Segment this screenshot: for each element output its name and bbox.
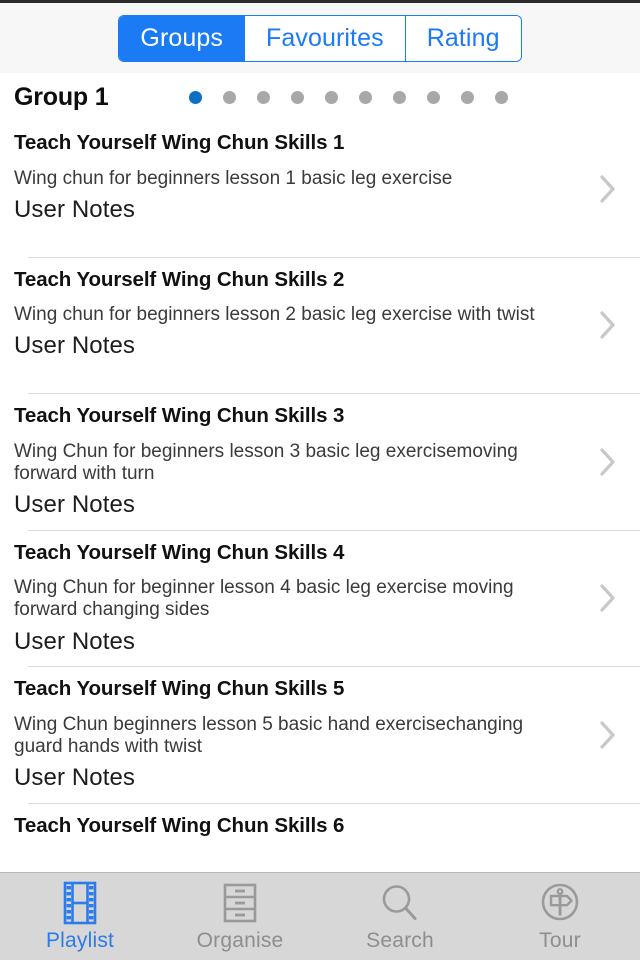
segment-rating[interactable]: Rating	[404, 15, 521, 61]
list-item-user-notes[interactable]: User Notes	[14, 333, 580, 360]
list-item-title: Teach Yourself Wing Chun Skills 6	[14, 813, 345, 837]
list-item-title: Teach Yourself Wing Chun Skills 5	[14, 677, 345, 700]
list-item[interactable]: Teach Yourself Wing Chun Skills 3 Wing C…	[0, 394, 640, 531]
tab-playlist[interactable]: Playlist	[0, 873, 160, 960]
tab-bar: Playlist Organise Search Tour	[0, 872, 640, 960]
list-item[interactable]: Teach Yourself Wing Chun Skills 5 Wing C…	[0, 667, 640, 804]
page-dot[interactable]	[189, 90, 203, 104]
page-dot[interactable]	[461, 90, 475, 104]
list-item-description: Wing Chun beginners lesson 5 basic hand …	[14, 713, 524, 757]
page-indicator[interactable]	[189, 90, 509, 104]
segment-favourites[interactable]: Favourites	[244, 15, 405, 61]
page-dot[interactable]	[393, 90, 407, 104]
filing-cabinet-icon	[217, 880, 263, 926]
list-item-user-notes[interactable]: User Notes	[14, 196, 580, 223]
list-item-title: Teach Yourself Wing Chun Skills 4	[14, 540, 345, 564]
chevron-right-icon	[598, 173, 618, 205]
tab-organise[interactable]: Organise	[160, 873, 320, 960]
page-dot[interactable]	[427, 90, 441, 104]
page-dot[interactable]	[495, 90, 509, 104]
list-item-user-notes[interactable]: User Notes	[14, 491, 580, 518]
app-screen: Groups Favourites Rating Group 1 Teach Y…	[0, 0, 640, 960]
group-header-row: Group 1	[0, 73, 640, 121]
list-item-title: Teach Yourself Wing Chun Skills 3	[14, 404, 345, 427]
list-item-title: Teach Yourself Wing Chun Skills 1	[14, 131, 345, 154]
list-item-user-notes[interactable]: User Notes	[14, 764, 580, 791]
header-bar: Groups Favourites Rating	[0, 3, 640, 73]
magnifier-icon	[377, 880, 423, 926]
list-item-description: Wing chun for beginners lesson 2 basic l…	[14, 304, 535, 326]
tab-organise-label: Organise	[196, 929, 284, 952]
tab-search[interactable]: Search	[320, 873, 480, 960]
list-item-description: Wing Chun for beginner lesson 4 basic le…	[14, 577, 514, 621]
tab-tour[interactable]: Tour	[480, 873, 640, 960]
page-title: Group 1	[14, 82, 109, 111]
chevron-right-icon	[598, 719, 618, 751]
list-item[interactable]: Teach Yourself Wing Chun Skills 2 Wing c…	[0, 257, 640, 394]
page-dot[interactable]	[257, 90, 271, 104]
playlist-list[interactable]: Teach Yourself Wing Chun Skills 1 Wing c…	[0, 121, 640, 872]
segmented-control[interactable]: Groups Favourites Rating	[118, 14, 522, 62]
chevron-right-icon	[598, 309, 618, 341]
page-dot[interactable]	[325, 90, 339, 104]
list-item[interactable]: Teach Yourself Wing Chun Skills 6	[0, 803, 640, 872]
chevron-right-icon	[598, 582, 618, 614]
list-item[interactable]: Teach Yourself Wing Chun Skills 4 Wing C…	[0, 530, 640, 667]
page-dot[interactable]	[291, 90, 305, 104]
chevron-right-icon	[598, 446, 618, 478]
tab-tour-label: Tour	[539, 929, 581, 952]
tab-search-label: Search	[366, 929, 434, 952]
list-item-description: Wing Chun for beginners lesson 3 basic l…	[14, 440, 518, 484]
tab-playlist-label: Playlist	[45, 929, 115, 952]
segment-groups[interactable]: Groups	[119, 15, 244, 61]
page-dot[interactable]	[359, 90, 373, 104]
list-item[interactable]: Teach Yourself Wing Chun Skills 1 Wing c…	[0, 121, 640, 258]
film-strip-icon	[57, 880, 103, 926]
list-item-description: Wing chun for beginners lesson 1 basic l…	[14, 167, 453, 189]
list-item-title: Teach Yourself Wing Chun Skills 2	[14, 267, 345, 291]
page-dot[interactable]	[223, 90, 237, 104]
list-item-user-notes[interactable]: User Notes	[14, 628, 580, 655]
signpost-circle-icon	[537, 880, 583, 926]
